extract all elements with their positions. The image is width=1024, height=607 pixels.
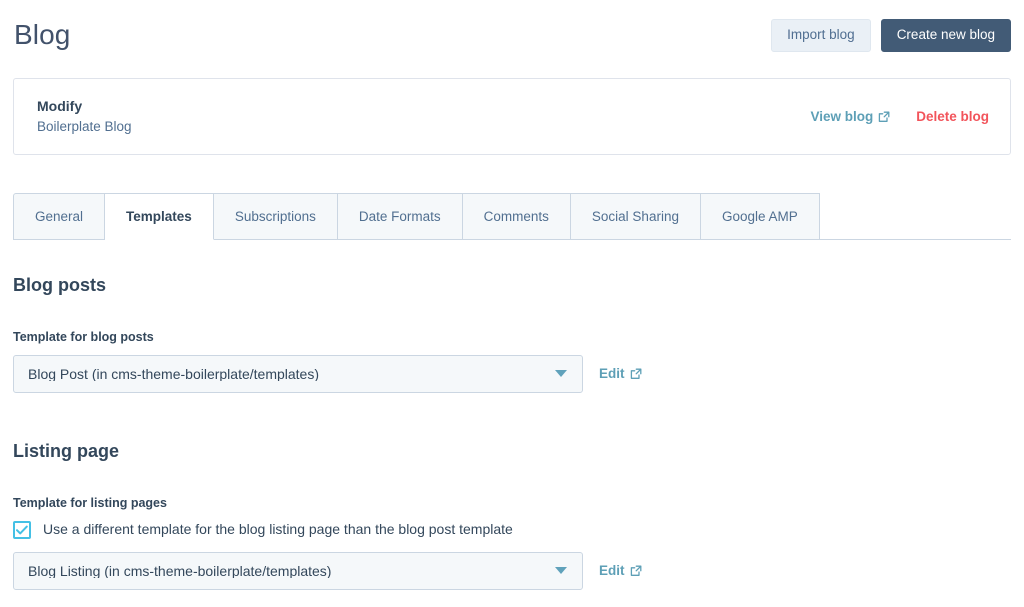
edit-blog-listing-template-link[interactable]: Edit xyxy=(599,564,642,578)
checkmark-icon xyxy=(16,525,28,534)
delete-blog-link[interactable]: Delete blog xyxy=(916,110,989,124)
modify-card-links: View blog Delete blog xyxy=(810,110,989,124)
external-link-icon xyxy=(630,565,642,577)
edit-blog-listing-template-label: Edit xyxy=(599,562,625,578)
page-header: Blog Import blog Create new blog xyxy=(0,0,1024,70)
tab-google-amp[interactable]: Google AMP xyxy=(700,193,820,239)
header-actions: Import blog Create new blog xyxy=(771,18,1011,52)
external-link-icon xyxy=(630,368,642,380)
blog-post-template-value: Blog Post (in cms-theme-boilerplate/temp… xyxy=(28,366,320,381)
blog-post-template-select[interactable]: Blog Post (in cms-theme-boilerplate/temp… xyxy=(13,354,583,393)
modify-card-subtitle: Boilerplate Blog xyxy=(37,119,132,135)
chevron-down-icon xyxy=(555,370,567,378)
use-different-template-row[interactable]: Use a different template for the blog li… xyxy=(13,520,642,539)
page-title: Blog xyxy=(14,19,71,50)
listing-page-section: Listing page Template for listing pages … xyxy=(13,441,642,590)
modify-card-title: Modify xyxy=(37,97,83,114)
chevron-down-icon xyxy=(555,567,567,575)
blog-posts-select-row: Blog Post (in cms-theme-boilerplate/temp… xyxy=(13,354,642,393)
blog-posts-field-label: Template for blog posts xyxy=(13,329,154,344)
edit-blog-post-template-label: Edit xyxy=(599,365,625,381)
listing-page-heading: Listing page xyxy=(13,441,120,461)
blog-listing-template-value: Blog Listing (in cms-theme-boilerplate/t… xyxy=(28,563,332,578)
edit-blog-post-template-link[interactable]: Edit xyxy=(599,367,642,381)
tab-date-formats[interactable]: Date Formats xyxy=(337,193,463,239)
tab-templates[interactable]: Templates xyxy=(105,193,214,240)
blog-posts-heading: Blog posts xyxy=(13,275,106,295)
tab-comments[interactable]: Comments xyxy=(462,193,571,239)
view-blog-link-label: View blog xyxy=(810,108,874,124)
tab-general[interactable]: General xyxy=(13,193,106,239)
external-link-icon xyxy=(878,111,890,123)
tab-subscriptions[interactable]: Subscriptions xyxy=(213,193,338,239)
blog-listing-template-select[interactable]: Blog Listing (in cms-theme-boilerplate/t… xyxy=(13,551,583,590)
settings-tab-bar: General Templates Subscriptions Date For… xyxy=(13,193,1011,240)
use-different-template-checkbox[interactable] xyxy=(13,520,31,539)
listing-page-field-label: Template for listing pages xyxy=(13,495,167,510)
use-different-template-label[interactable]: Use a different template for the blog li… xyxy=(43,521,513,538)
listing-page-select-row: Blog Listing (in cms-theme-boilerplate/t… xyxy=(13,551,642,590)
import-blog-button[interactable]: Import blog xyxy=(771,18,871,52)
modify-card-info: Modify Boilerplate Blog xyxy=(37,98,132,136)
blog-posts-section: Blog posts Template for blog posts Blog … xyxy=(13,275,642,393)
modify-blog-card: Modify Boilerplate Blog View blog Delete… xyxy=(13,78,1011,155)
tab-social-sharing[interactable]: Social Sharing xyxy=(570,193,701,239)
view-blog-link[interactable]: View blog xyxy=(810,110,890,124)
create-new-blog-button[interactable]: Create new blog xyxy=(880,18,1011,52)
